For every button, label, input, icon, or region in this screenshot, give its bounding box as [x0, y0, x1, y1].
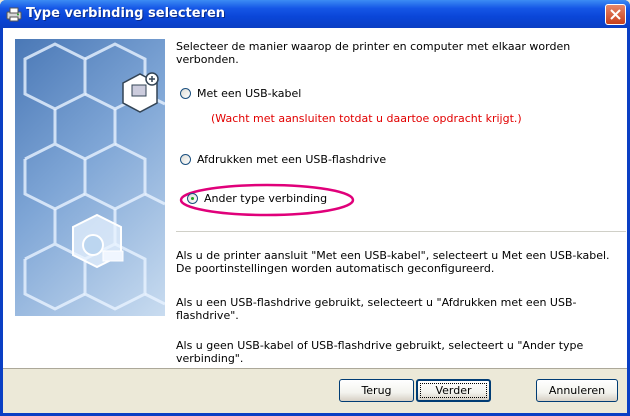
- dialog-window: Type verbinding selecteren Selecteer de …: [0, 0, 630, 416]
- content-panel: Selecteer de manier waarop de printer en…: [3, 28, 627, 368]
- cancel-button[interactable]: Annuleren: [536, 379, 618, 402]
- focus-rectangle: [420, 383, 487, 398]
- usb-warning-text: (Wacht met aansluiten totdat u daartoe o…: [211, 112, 522, 125]
- radio-label: Ander type verbinding: [204, 192, 328, 205]
- next-button[interactable]: Verder: [416, 379, 491, 402]
- info-usb-flashdrive: Als u een USB-flashdrive gebruikt, selec…: [176, 296, 577, 322]
- info-other-connection: Als u geen USB-kabel of USB-flashdrive g…: [176, 339, 584, 365]
- radio-label: Afdrukken met een USB-flashdrive: [197, 153, 387, 166]
- hexagon-pattern: [23, 42, 166, 311]
- instruction-text: Selecteer de manier waarop de printer en…: [176, 40, 571, 66]
- info-usb-cable: Als u de printer aansluit "Met een USB-k…: [176, 249, 610, 275]
- printer-setup-icon: [6, 7, 22, 22]
- separator: [176, 231, 626, 232]
- radio-selected-dot: [191, 197, 194, 200]
- radio-circle[interactable]: [187, 193, 198, 204]
- radio-circle[interactable]: [180, 154, 191, 165]
- back-button[interactable]: Terug: [339, 379, 414, 402]
- close-button[interactable]: [605, 4, 626, 25]
- title-bar: Type verbinding selecteren: [0, 0, 630, 28]
- close-icon: [610, 9, 621, 20]
- radio-circle[interactable]: [180, 88, 191, 99]
- footer-divider: [3, 368, 627, 369]
- computer-usb-icon: [122, 72, 159, 113]
- radio-label: Met een USB-kabel: [197, 87, 302, 100]
- hexagon-network-illustration: [15, 39, 166, 316]
- window-title: Type verbinding selecteren: [26, 6, 226, 21]
